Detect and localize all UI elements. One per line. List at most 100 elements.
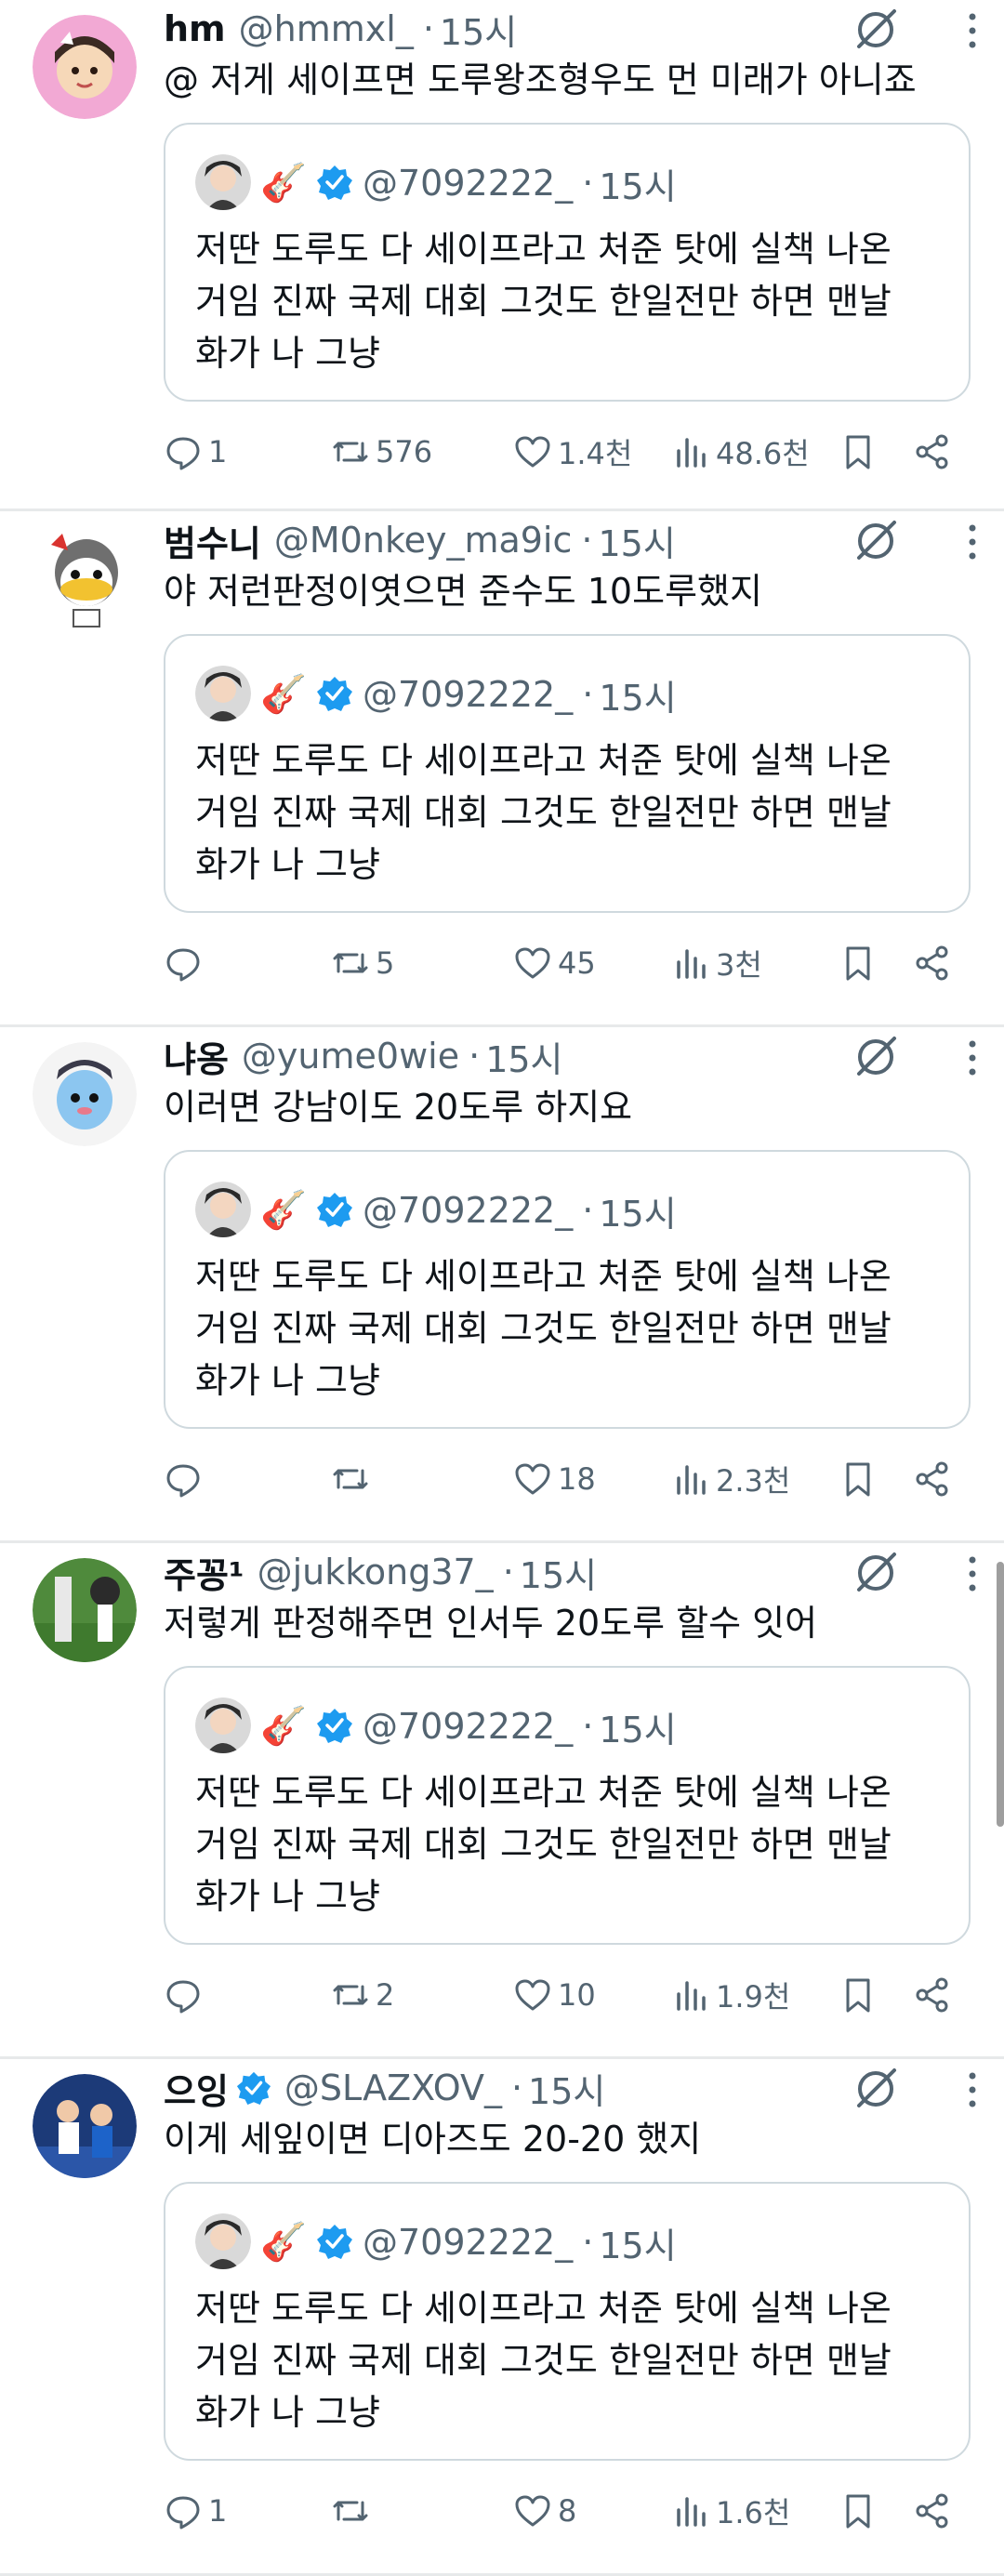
share-button[interactable] [913,416,952,487]
bookmark-button[interactable] [839,928,878,998]
user-handle[interactable]: @hmmxl_ [239,8,414,49]
view-count: 1.9천 [716,1979,791,2015]
action-bar: 18 2.3천 [164,1444,982,1514]
share-button[interactable] [913,1444,952,1514]
separator-dot: · [581,520,593,561]
reply-button[interactable]: 1 [164,416,227,487]
quoted-handle: @7092222_ [363,674,574,715]
retweet-button[interactable] [331,2476,376,2546]
like-count: 8 [558,2493,577,2529]
grok-icon[interactable] [852,517,900,565]
bookmark-icon [846,435,870,469]
display-name[interactable]: 주꽁¹ [164,1547,244,1598]
like-button[interactable]: 45 [513,928,596,998]
more-vertical-icon[interactable] [963,1554,982,1593]
like-count: 1.4천 [558,436,633,471]
user-handle[interactable]: @jukkong37_ [258,1552,494,1592]
views-button[interactable]: 3천 [671,928,762,998]
share-button[interactable] [913,1960,952,2030]
retweet-icon [333,953,368,973]
tweet[interactable]: hm @hmmxl_ · 15시 @ 저게 세이프면 도루왕조형우도 먼 미래가… [0,0,1004,511]
tweet[interactable]: 범수니 @M0nkey_ma9ic · 15시 야 저런판정이엿으면 준수도 1… [0,511,1004,1027]
display-name[interactable]: hm [164,8,226,49]
views-button[interactable]: 2.3천 [671,1444,790,1514]
user-handle[interactable]: @yume0wie [242,1036,459,1077]
avatar[interactable] [33,2074,137,2178]
grok-icon[interactable] [852,1033,900,1081]
avatar[interactable] [33,1558,137,1662]
avatar[interactable] [33,15,137,119]
retweet-button[interactable] [331,1444,376,1514]
more-vertical-icon[interactable] [963,2070,982,2109]
avatar[interactable] [33,524,137,628]
user-handle[interactable]: @SLAZXOV_ [284,2067,502,2108]
retweet-icon [333,2501,368,2521]
bookmark-icon [846,2494,870,2529]
bookmark-button[interactable] [839,2476,878,2546]
retweet-button[interactable]: 576 [331,416,432,487]
reply-button[interactable] [164,1960,208,2030]
quoted-tweet[interactable]: 🎸 @7092222_ · 15시 저딴 도루도 다 세이프라고 처준 탓에 실… [164,123,971,402]
quoted-tweet[interactable]: 🎸 @7092222_ · 15시 저딴 도루도 다 세이프라고 처준 탓에 실… [164,2182,971,2461]
quoted-tweet[interactable]: 🎸 @7092222_ · 15시 저딴 도루도 다 세이프라고 처준 탓에 실… [164,1666,971,1945]
guitar-emoji: 🎸 [260,2221,307,2264]
timestamp[interactable]: 15시 [598,515,675,566]
grok-icon[interactable] [852,1549,900,1597]
timeline-feed: hm @hmmxl_ · 15시 @ 저게 세이프면 도루왕조형우도 먼 미래가… [0,0,1004,2576]
like-button[interactable]: 1.4천 [513,416,632,487]
retweet-button[interactable]: 5 [331,928,394,998]
scrollbar[interactable] [997,1562,1004,1827]
separator-dot: · [582,1706,594,1747]
display-name[interactable]: 으잉 [164,2063,229,2114]
reply-button[interactable]: 1 [164,2476,227,2546]
guitar-emoji: 🎸 [260,1189,307,1232]
bookmark-button[interactable] [839,1444,878,1514]
bookmark-button[interactable] [839,416,878,487]
timestamp[interactable]: 15시 [528,2063,605,2114]
like-icon [515,1979,550,2011]
like-icon [515,2495,550,2527]
like-button[interactable]: 8 [513,2476,576,2546]
grok-icon[interactable] [852,6,900,54]
tweet-text: @ 저게 세이프면 도루왕조형우도 먼 미래가 아니죠 [164,59,917,100]
retweet-count: 5 [376,945,395,981]
display-name[interactable]: 범수니 [164,515,261,566]
more-vertical-icon[interactable] [963,11,982,50]
like-button[interactable]: 10 [513,1960,596,2030]
tweet[interactable]: 으잉 @SLAZXOV_ · 15시 이게 세잎이면 디아즈도 20-20 했지… [0,2059,1004,2576]
views-button[interactable]: 1.6천 [671,2476,790,2546]
action-bar: 1 8 1.6천 [164,2476,982,2546]
tweet[interactable]: 냐옹 @yume0wie · 15시 이러면 강남이도 20도루 하지요 🎸 @… [0,1027,1004,1543]
reply-button[interactable] [164,1444,208,1514]
timestamp[interactable]: 15시 [485,1031,562,1082]
like-button[interactable]: 18 [513,1444,596,1514]
bookmark-icon [846,946,870,981]
more-vertical-icon[interactable] [963,1038,982,1077]
retweet-icon [333,442,368,462]
views-icon [677,438,706,468]
retweet-button[interactable]: 2 [331,1960,394,2030]
view-count: 2.3천 [716,1463,791,1499]
verified-badge-icon [317,165,352,200]
quoted-tweet[interactable]: 🎸 @7092222_ · 15시 저딴 도루도 다 세이프라고 처준 탓에 실… [164,1150,971,1429]
timestamp[interactable]: 15시 [520,1547,597,1598]
timestamp[interactable]: 15시 [440,4,517,55]
share-icon [916,945,948,981]
avatar[interactable] [33,1042,137,1146]
share-icon [916,2493,948,2529]
views-button[interactable]: 1.9천 [671,1960,790,2030]
tweet-header: 범수니 @M0nkey_ma9ic · 15시 [164,515,676,565]
more-vertical-icon[interactable] [963,522,982,561]
tweet[interactable]: 주꽁¹ @jukkong37_ · 15시 저렇게 판정해주면 인서두 20도루… [0,1543,1004,2059]
quoted-tweet[interactable]: 🎸 @7092222_ · 15시 저딴 도루도 다 세이프라고 처준 탓에 실… [164,634,971,913]
bookmark-button[interactable] [839,1960,878,2030]
share-button[interactable] [913,928,952,998]
share-button[interactable] [913,2476,952,2546]
grok-icon[interactable] [852,2065,900,2113]
bookmark-icon [846,1978,870,2013]
views-button[interactable]: 48.6천 [671,416,810,487]
display-name[interactable]: 냐옹 [164,1031,229,1082]
reply-button[interactable] [164,928,208,998]
user-handle[interactable]: @M0nkey_ma9ic [274,520,573,561]
retweet-icon [333,1469,368,1489]
